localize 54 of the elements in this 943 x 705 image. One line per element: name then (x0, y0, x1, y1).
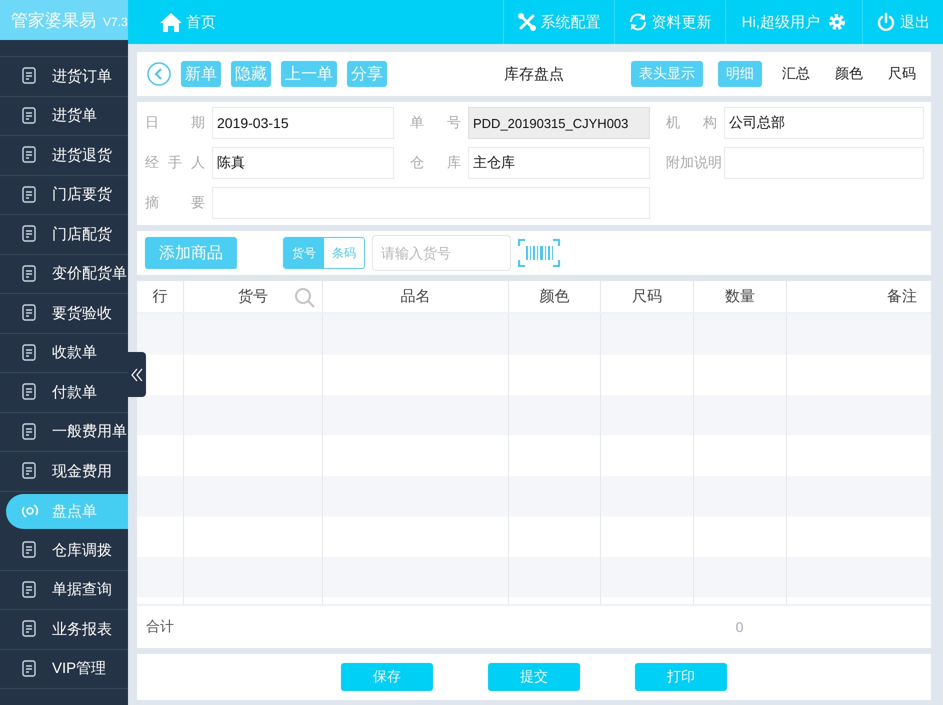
sidebar-item[interactable]: 现金费用 (0, 452, 128, 492)
page-title: 库存盘点 (504, 64, 564, 84)
total-label: 合计 (145, 618, 175, 636)
column-header: 品名 (400, 287, 430, 306)
field-label: 机构 (666, 114, 717, 132)
home-icon (160, 12, 182, 32)
sidebar-item[interactable]: 一般费用单 (0, 412, 128, 452)
sidebar-item[interactable]: 要货验收 (0, 294, 128, 334)
view-tab[interactable]: 颜色 (830, 61, 868, 87)
cycle-icon (20, 502, 40, 520)
column-header: 尺码 (632, 287, 662, 306)
sidebar-item[interactable]: 仓库调拨 (0, 531, 128, 570)
sidebar-item[interactable]: 变价配货单 (0, 254, 128, 294)
input-field[interactable]: 陈真 (212, 147, 394, 179)
field-label: 仓库 (410, 154, 461, 172)
column-header: 备注 (887, 287, 917, 306)
sidebar-item[interactable]: 业务报表 (0, 610, 128, 650)
back-icon (147, 62, 171, 86)
search-field[interactable]: 请输入货号 (372, 235, 511, 271)
app-version: V7.3 (103, 15, 128, 29)
power-icon (876, 12, 896, 32)
total-quantity: 0 (734, 619, 744, 635)
field-label: 摘要 (145, 194, 205, 212)
sidebar-item[interactable]: VIP管理 (0, 650, 128, 689)
app-name: 管家婆果易 (11, 10, 96, 32)
sidebar-item[interactable]: 进货退货 (0, 136, 128, 176)
sidebar-item[interactable]: 收款单 (0, 334, 128, 373)
input-field[interactable] (212, 187, 650, 219)
sidebar-item[interactable]: 进货单 (0, 96, 128, 136)
sidebar-item[interactable]: 门店要货 (0, 176, 128, 215)
sidebar-item[interactable]: 门店配货 (0, 215, 128, 254)
view-tab[interactable]: 汇总 (777, 61, 815, 87)
barcode-scan-icon (518, 239, 560, 267)
tools-icon (516, 12, 537, 32)
input-field[interactable]: 公司总部 (724, 107, 924, 139)
column-header: 颜色 (540, 287, 570, 306)
field-label: 日期 (145, 114, 205, 132)
sidebar-item[interactable]: 进货订单 (0, 57, 128, 96)
column-header: 货号 (238, 287, 268, 306)
collapse-handle[interactable] (128, 352, 146, 397)
input-field[interactable]: PDD_20190315_CJYH003 (468, 107, 650, 139)
input-field[interactable] (724, 147, 924, 179)
field-label: 单号 (410, 114, 461, 132)
sidebar-item[interactable]: 单据查询 (0, 570, 128, 610)
double-chevron-icon (131, 366, 143, 382)
input-field[interactable]: 主仓库 (468, 147, 650, 179)
view-tab[interactable]: 尺码 (883, 61, 921, 87)
refresh-icon (628, 12, 648, 32)
search-icon (294, 287, 316, 309)
column-header: 行 (152, 287, 168, 306)
column-header: 数量 (725, 287, 755, 306)
input-field[interactable]: 2019-03-15 (212, 107, 394, 139)
field-label: 经手人 (145, 154, 205, 172)
gear-icon (828, 13, 846, 31)
